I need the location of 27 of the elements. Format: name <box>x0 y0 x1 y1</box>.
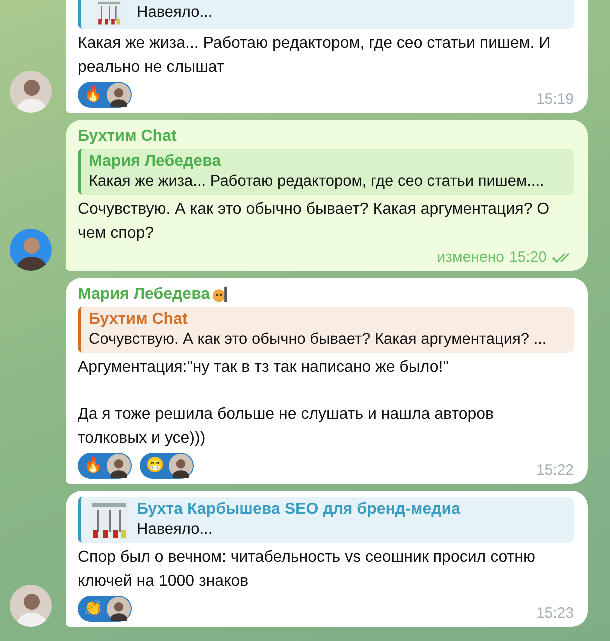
reply-text: Навеяло... <box>137 520 214 540</box>
reply-text: Навеяло... <box>137 3 213 23</box>
reaction-chip[interactable]: 🔥 <box>78 82 132 108</box>
reply-quote[interactable]: Навеяло... <box>78 0 574 29</box>
sender-name[interactable]: Мария Лебедева <box>78 286 210 304</box>
reply-author: Бухта Карбышева SEO для бренд-медиа <box>137 500 461 520</box>
reply-quote[interactable]: Бухтим Chat Сочувствую. А как это обычно бывает? Какая аргументация? ... <box>78 307 574 353</box>
reply-text: Сочувствую. А как это обычно бывает? Какая аргументация? ... <box>89 330 547 350</box>
reply-quote[interactable]: Бухта Карбышева SEO для бренд-медиа Навеяло... <box>78 497 574 543</box>
message-time: 15:22 <box>536 462 574 479</box>
message-text: Спор был о вечном: читабельность vs сеошник просил сотню ключей на 1000 знаков <box>78 548 536 592</box>
message-text: Сочувствую. А как это обычно бывает? Какая аргументация? О чем спор? <box>78 200 551 244</box>
reply-text: Какая же жиза... Работаю редактором, где сео статьи пишем.... <box>89 172 544 192</box>
sender-name[interactable]: Бухтим Chat <box>78 128 177 146</box>
reaction-chip[interactable]: 🔥 <box>78 453 132 479</box>
message-time: 15:19 <box>536 91 574 108</box>
message-time: 15:23 <box>536 605 574 622</box>
message-time: 15:20 <box>509 249 547 266</box>
reply-author: Мария Лебедева <box>89 152 222 172</box>
reply-quote[interactable]: Мария Лебедева Какая же жиза... Работаю редактором, где сео статьи пишем.... <box>78 149 574 195</box>
message-text: Какая же жиза... Работаю редактором, где сео статьи пишем. И реально не слышат <box>78 34 552 78</box>
message-text: Аргументация:"ну так в тз так написано же было!" <box>78 358 450 378</box>
edited-label: изменено <box>437 249 504 266</box>
reaction-chip[interactable]: 👏 <box>78 596 132 622</box>
reaction-chip[interactable]: 😁 <box>140 453 194 479</box>
reply-author: Бухтим Chat <box>89 310 189 330</box>
message-text: Да я тоже решила больше не слушать и нашла авторов толковых и усе))) <box>78 405 496 449</box>
